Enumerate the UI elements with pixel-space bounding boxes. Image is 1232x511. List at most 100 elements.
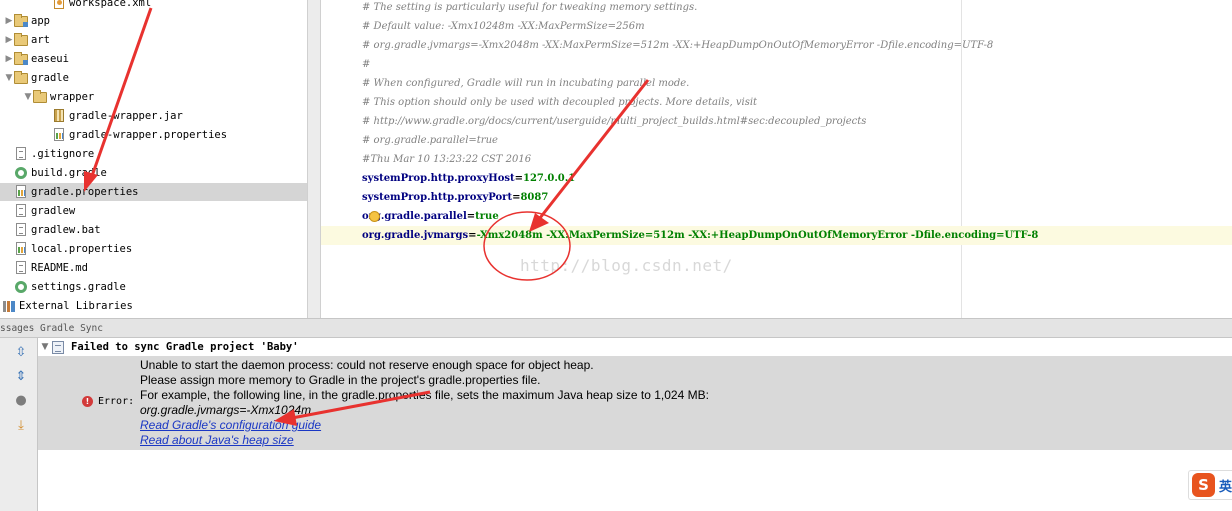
module-folder-icon	[14, 52, 28, 66]
tree-item-label: gradle.properties	[31, 186, 139, 198]
messages-content: ▼ Failed to sync Gradle project 'Baby' !…	[38, 338, 1232, 511]
help-link[interactable]: Read Gradle's configuration guide	[140, 418, 321, 433]
tree-item-label: settings.gradle	[31, 281, 126, 293]
comment-line[interactable]: # The setting is particularly useful for…	[321, 0, 1232, 17]
jar-file-icon	[52, 109, 66, 123]
collapse-chevron-icon[interactable]: ▼	[38, 342, 52, 352]
tree-item[interactable]: gradle-wrapper.jar	[0, 107, 307, 125]
tree-item[interactable]: .gitignore	[0, 145, 307, 163]
comment-line[interactable]: # org.gradle.jvmargs=-Xmx2048m -XX:MaxPe…	[321, 36, 1232, 55]
code-editor[interactable]: # The setting is particularly useful for…	[321, 0, 1232, 318]
equals-sign: =	[468, 230, 477, 241]
property-line[interactable]: org.gradle.parallel = true	[321, 207, 1232, 226]
collapsed-chevron-icon[interactable]: ▶	[4, 31, 14, 49]
tree-item[interactable]: gradle.properties	[0, 183, 307, 201]
expanded-chevron-icon[interactable]: ▼	[23, 88, 33, 106]
tree-item-label: workspace.xml	[69, 0, 152, 9]
tree-item[interactable]: build.gradle	[0, 164, 307, 182]
tree-item-label: README.md	[31, 262, 88, 274]
ime-indicator[interactable]: S 英	[1188, 470, 1232, 500]
stop-icon: ●	[15, 393, 27, 408]
property-key: org.gradle.jvmargs	[362, 230, 469, 241]
comment-line[interactable]: #Thu Mar 10 13:23:22 CST 2016	[321, 150, 1232, 169]
comment-line[interactable]: # Default value: -Xmx10248m -XX:MaxPermS…	[321, 17, 1232, 36]
tree-item-label: wrapper	[50, 91, 95, 103]
tree-item[interactable]: settings.gradle	[0, 278, 307, 296]
intention-bulb-icon[interactable]	[369, 211, 380, 222]
comment-line[interactable]: # org.gradle.parallel=true	[321, 131, 1232, 150]
collapsed-chevron-icon[interactable]: ▶	[4, 50, 14, 68]
text-file-icon	[14, 147, 28, 161]
error-label-text: Error:	[98, 396, 135, 407]
export-button[interactable]: ⤓	[12, 417, 30, 435]
property-value: -Xmx2048m -XX:MaxPermSize=512m -XX:+Heap…	[476, 230, 1039, 241]
property-key: systemProp.http.proxyHost	[362, 173, 515, 184]
comment-text: # The setting is particularly useful for…	[362, 2, 698, 13]
file-icon	[52, 340, 64, 354]
property-line[interactable]: org.gradle.jvmargs = -Xmx2048m -XX:MaxPerm…	[321, 226, 1232, 245]
tree-item[interactable]: ▼ wrapper	[0, 88, 307, 106]
message-title-row[interactable]: ▼ Failed to sync Gradle project 'Baby'	[38, 338, 1232, 356]
comment-line[interactable]: # http://www.gradle.org/docs/current/use…	[321, 112, 1232, 131]
comment-line[interactable]: # When configured, Gradle will run in in…	[321, 74, 1232, 93]
tree-item[interactable]: gradle-wrapper.properties	[0, 126, 307, 144]
tree-item[interactable]: gradlew.bat	[0, 221, 307, 239]
comment-text: #Thu Mar 10 13:23:22 CST 2016	[362, 154, 532, 165]
collapse-all-icon: ⇕	[15, 369, 27, 384]
collapsed-chevron-icon[interactable]: ▶	[4, 12, 14, 30]
help-link[interactable]: Read about Java's heap size	[140, 433, 294, 448]
tree-item[interactable]: gradlew	[0, 202, 307, 220]
tree-item[interactable]: README.md	[0, 259, 307, 277]
comment-line[interactable]: # This option should only be used with d…	[321, 93, 1232, 112]
gradle-file-icon	[14, 166, 28, 180]
properties-file-icon	[52, 128, 66, 142]
comment-text: # When configured, Gradle will run in in…	[362, 78, 690, 89]
property-line[interactable]: systemProp.http.proxyHost = 127.0.0.1	[321, 169, 1232, 188]
gradle-file-icon	[14, 280, 28, 294]
equals-sign: =	[514, 173, 524, 184]
comment-line[interactable]: #	[321, 55, 1232, 74]
properties-file-icon	[14, 242, 28, 256]
tree-item[interactable]: ▶ app	[0, 12, 307, 30]
xml-file-icon	[52, 0, 66, 10]
tree-item-label: local.properties	[31, 243, 133, 255]
property-line[interactable]: systemProp.http.proxyPort = 8087	[321, 188, 1232, 207]
tree-item-label: gradlew.bat	[31, 224, 101, 236]
tree-item[interactable]: workspace.xml	[0, 0, 307, 12]
folder-icon	[33, 90, 47, 104]
comment-text: # Default value: -Xmx10248m -XX:MaxPermS…	[362, 21, 645, 32]
tree-item-label: gradle-wrapper.jar	[69, 110, 183, 122]
stop-button[interactable]: ●	[12, 392, 30, 410]
property-key: systemProp.http.proxyPort	[362, 192, 513, 203]
error-icon: !	[82, 396, 93, 407]
tree-item-label: app	[31, 15, 50, 27]
tree-item[interactable]: ▶ easeui	[0, 50, 307, 68]
expand-all-button[interactable]: ⇳	[12, 344, 30, 362]
tree-item[interactable]: ▼ gradle	[0, 69, 307, 87]
folder-icon	[14, 71, 28, 85]
tree-item-label: art	[31, 34, 50, 46]
tree-item[interactable]: External Libraries	[0, 297, 307, 315]
comment-text: # http://www.gradle.org/docs/current/use…	[362, 116, 867, 127]
tree-item[interactable]: local.properties	[0, 240, 307, 258]
expanded-chevron-icon[interactable]: ▼	[4, 69, 14, 87]
collapse-all-button[interactable]: ⇕	[12, 368, 30, 386]
export-icon: ⤓	[18, 418, 24, 433]
libraries-icon	[2, 299, 16, 313]
property-value: true	[475, 211, 499, 222]
property-value: 127.0.0.1	[523, 173, 576, 184]
error-message-line: org.gradle.jvmargs=-Xmx1024m	[140, 403, 312, 417]
tree-item[interactable]: ▶ art	[0, 31, 307, 49]
equals-sign: =	[512, 192, 521, 203]
folder-icon	[14, 33, 28, 47]
panel-divider[interactable]	[307, 0, 321, 318]
equals-sign: =	[466, 211, 476, 222]
text-file-icon	[14, 204, 28, 218]
tree-item-label: External Libraries	[19, 300, 133, 312]
messages-toolbar: ⇳ ⇕ ● ⤓	[0, 338, 38, 511]
property-value: 8087	[520, 192, 549, 203]
